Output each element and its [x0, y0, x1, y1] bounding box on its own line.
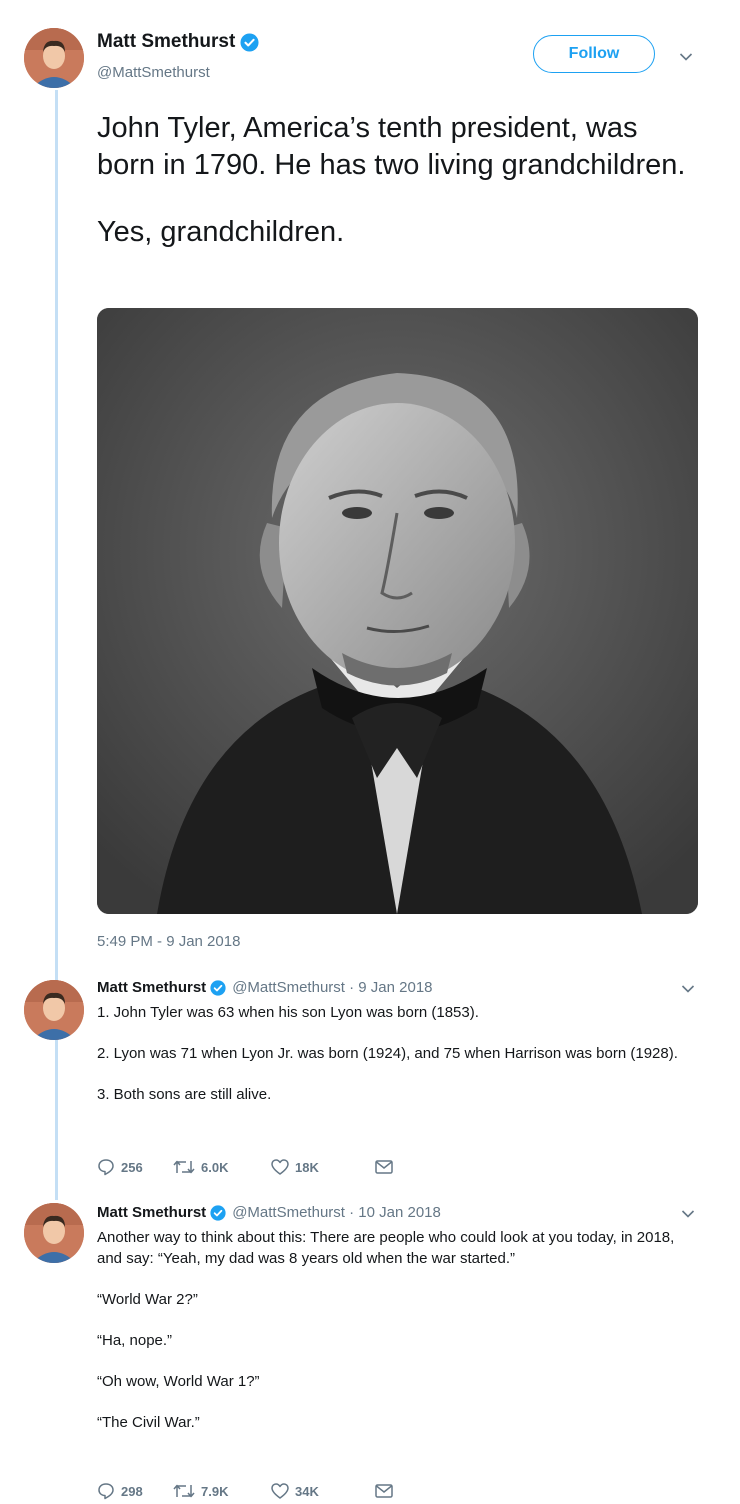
like-count: 34K	[295, 1483, 319, 1499]
reply-meta[interactable]: @MattSmethurst · 10 Jan 2018	[232, 1204, 441, 1221]
message-icon	[375, 1160, 393, 1174]
reply-paragraph: Another way to think about this: There a…	[97, 1229, 675, 1267]
tweet-text-line: Yes, grandchildren.	[97, 216, 345, 248]
reply-paragraph: “The Civil War.”	[97, 1414, 200, 1431]
reply-paragraph: 2. Lyon was 71 when Lyon Jr. was born (1…	[97, 1045, 678, 1062]
retweet-button[interactable]: 7.9K	[173, 1483, 271, 1499]
reply-button[interactable]: 298	[97, 1482, 161, 1500]
follow-button[interactable]: Follow	[533, 35, 655, 73]
reply-paragraph: “Ha, nope.”	[97, 1332, 173, 1349]
like-count: 18K	[295, 1159, 319, 1175]
reply-header: Matt Smethurst @MattSmethurst · 9 Jan 20…	[97, 979, 433, 996]
retweet-count: 7.9K	[201, 1483, 229, 1499]
retweet-button[interactable]: 6.0K	[173, 1159, 271, 1175]
author-name-text[interactable]: Matt Smethurst	[97, 31, 235, 53]
chevron-down-icon[interactable]	[679, 52, 693, 62]
retweet-count: 6.0K	[201, 1159, 229, 1175]
reply-header: Matt Smethurst @MattSmethurst · 10 Jan 2…	[97, 1204, 441, 1221]
avatar[interactable]	[24, 980, 84, 1040]
reply-count: 256	[121, 1159, 143, 1175]
reply-paragraph: “Oh wow, World War 1?”	[97, 1373, 260, 1390]
chevron-down-icon[interactable]	[681, 1209, 695, 1219]
reply-author-name[interactable]: Matt Smethurst	[97, 1204, 206, 1221]
retweet-icon	[173, 1160, 195, 1174]
chevron-down-icon[interactable]	[681, 984, 695, 994]
tweet-actions: 256 6.0K 18K	[97, 1158, 393, 1176]
tweet-text-line: John Tyler, America’s tenth president, w…	[97, 112, 686, 181]
like-icon	[271, 1483, 289, 1499]
message-icon	[375, 1484, 393, 1498]
retweet-icon	[173, 1484, 195, 1498]
like-icon	[271, 1159, 289, 1175]
reply-text: Another way to think about this: There a…	[97, 1227, 697, 1453]
verified-icon	[210, 979, 226, 996]
avatar[interactable]	[24, 28, 84, 88]
message-button[interactable]	[375, 1484, 393, 1498]
reply-author-name[interactable]: Matt Smethurst	[97, 979, 206, 996]
author-name[interactable]: Matt Smethurst	[97, 31, 259, 53]
avatar[interactable]	[24, 1203, 84, 1263]
like-button[interactable]: 18K	[271, 1159, 355, 1175]
tweet-text: John Tyler, America’s tenth president, w…	[97, 110, 697, 251]
tweet-timestamp[interactable]: 5:49 PM - 9 Jan 2018	[97, 933, 240, 950]
reply-meta[interactable]: @MattSmethurst · 9 Jan 2018	[232, 979, 432, 996]
reply-count: 298	[121, 1483, 143, 1499]
reply-text: 1. John Tyler was 63 when his son Lyon w…	[97, 1002, 697, 1125]
message-button[interactable]	[375, 1160, 393, 1174]
reply-icon	[98, 1483, 114, 1500]
reply-paragraph: “World War 2?”	[97, 1291, 198, 1308]
reply-paragraph: 1. John Tyler was 63 when his son Lyon w…	[97, 1004, 479, 1021]
reply-paragraph: 3. Both sons are still alive.	[97, 1086, 272, 1103]
verified-icon	[210, 1204, 226, 1221]
tweet-photo[interactable]	[97, 308, 698, 914]
tweet-actions: 298 7.9K 34K	[97, 1482, 393, 1500]
reply-button[interactable]: 256	[97, 1158, 161, 1176]
like-button[interactable]: 34K	[271, 1483, 355, 1499]
reply-icon	[98, 1159, 114, 1176]
verified-icon	[240, 32, 259, 52]
author-handle[interactable]: @MattSmethurst	[97, 64, 210, 81]
